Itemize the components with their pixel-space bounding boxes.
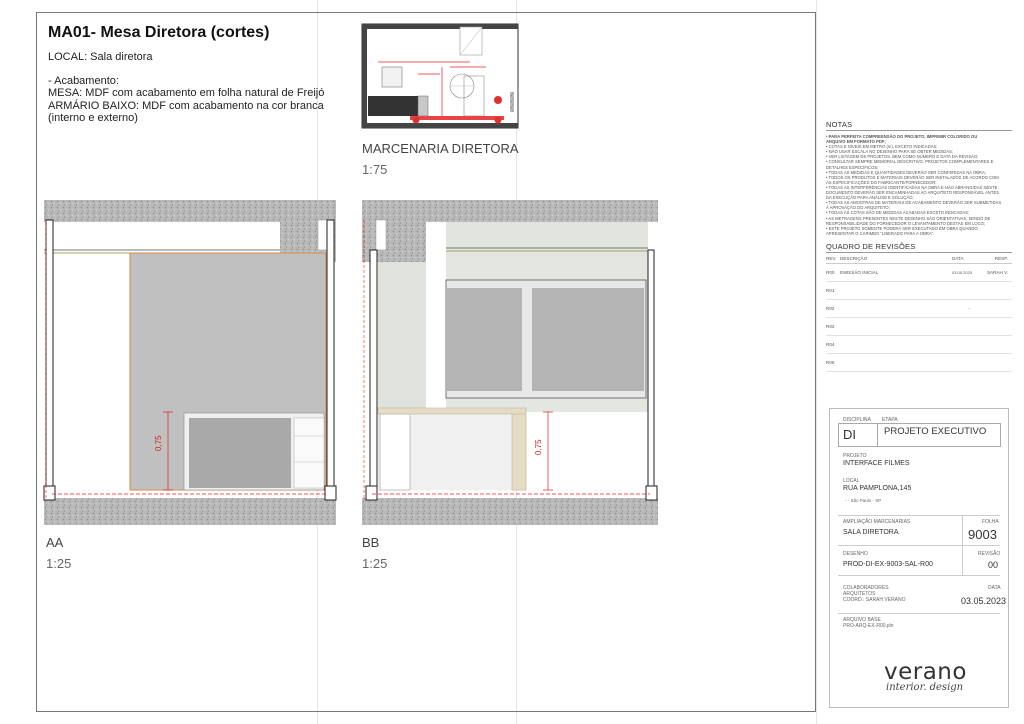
- section-aa-drawing: [43, 200, 337, 525]
- fold-line: [816, 0, 817, 724]
- view-label-bb: BB: [362, 535, 380, 550]
- rev-id: R01: [826, 287, 835, 293]
- rev-col-header: REV.: [826, 255, 837, 261]
- rev-date: 03.05.2023: [952, 269, 973, 275]
- arquivo-value: PRO-ARQ-EX-R00.pln: [843, 623, 894, 629]
- view-scale-aa: 1:25: [46, 556, 72, 571]
- note-line: APRESENTAR O CARIMBO "LIBERADO PARA A OB…: [826, 230, 935, 236]
- local-city: - - São Paulo - SP: [845, 498, 882, 503]
- revision-row: R01: [826, 282, 1012, 300]
- sheet-title: MA01- Mesa Diretora (cortes): [48, 24, 270, 41]
- date-col-header: DATA: [952, 255, 964, 261]
- divider: [838, 575, 1000, 576]
- folha-label: FOLHA: [982, 519, 999, 525]
- revisions-header: REV. DESCRIÇÃO DATA RESP.: [826, 256, 1012, 264]
- projeto-label: PROJETO: [843, 453, 867, 459]
- disciplina-value: DI: [843, 427, 856, 442]
- note-line: • CONSULTAR SEMPRE MEMORIAL DESCRITIVO, …: [826, 159, 994, 165]
- data-label: DATA: [988, 585, 1001, 591]
- divider: [838, 613, 1000, 614]
- folha-value: 9003: [968, 527, 997, 542]
- local-value: RUA PAMPLONA,145: [843, 485, 912, 492]
- logo-subtitle: interior. design: [886, 682, 964, 693]
- local-label: LOCAL: [843, 478, 860, 484]
- projeto-value: INTERFACE FILMES: [843, 460, 910, 467]
- rev-id: R05: [826, 359, 835, 365]
- divider: [838, 515, 1000, 516]
- notes-title: NOTAS: [826, 120, 1012, 131]
- view-label-aa: AA: [46, 535, 64, 550]
- finish-line: MESA: MDF com acabamento em folha natura…: [48, 87, 325, 99]
- rev-id: R02: [826, 305, 835, 311]
- rev-date: -: [968, 305, 970, 311]
- notes-list: • PARA PERFEITA COMPREENSÃO DO PROJETO, …: [826, 134, 1012, 236]
- finish-line: - Acabamento:: [48, 74, 119, 87]
- coord-value: COORD.: SARAH VERANO: [843, 597, 906, 603]
- rev-id: R03: [826, 323, 835, 329]
- revisao-label: REVISÃO: [978, 551, 1001, 557]
- ampliacao-label: AMPLIAÇÃO MARCENARIAS: [843, 519, 911, 525]
- divider: [838, 545, 1000, 546]
- etapa-value: PROJETO EXECUTIVO: [884, 426, 987, 437]
- note-line: • TODAS AS MEDIDAS E QUANTIDADES DEVERÃO…: [826, 169, 987, 175]
- note-line: RESPONSABILIDADE DO FORNECEDOR O LEVANTA…: [826, 220, 986, 226]
- data-value: 03.05.2023: [961, 596, 1007, 606]
- revision-row: R05: [826, 354, 1012, 372]
- desenho-value: PROD-DI-EX-9003-SAL-R00: [843, 561, 933, 568]
- view-scale-bb: 1:25: [362, 556, 388, 571]
- revision-row: R00 EMISSÃO INICIAL 03.05.2023 SARAH V.: [826, 264, 1012, 282]
- rev-desc: EMISSÃO INICIAL: [840, 269, 879, 275]
- rev-id: R00: [826, 269, 835, 275]
- revision-row: R04: [826, 336, 1012, 354]
- revisions-title: QUADRO DE REVISÕES: [826, 242, 1012, 253]
- section-bb-drawing: [362, 200, 658, 525]
- view-label-plan: MARCENARIA DIRETORA: [362, 141, 519, 156]
- revision-row: R03: [826, 318, 1012, 336]
- rev-id: R04: [826, 341, 835, 347]
- revisao-value: 00: [988, 560, 999, 570]
- desenho-label: DESENHO: [843, 551, 868, 557]
- plan-drawing: [361, 23, 519, 129]
- dimension-aa: 0,75: [154, 435, 163, 451]
- ampliacao-value: SALA DIRETORA: [843, 529, 899, 536]
- resp-col-header: RESP.: [994, 255, 1008, 261]
- view-scale-plan: 1:75: [362, 162, 388, 177]
- sheet-info: LOCAL: Sala diretora - Acabamento: MESA:…: [48, 51, 324, 125]
- revision-row: R02 -: [826, 300, 1012, 318]
- desc-col-header: DESCRIÇÃO: [840, 255, 868, 261]
- local-line: LOCAL: Sala diretora: [48, 51, 153, 63]
- dimension-bb: 0,75: [534, 439, 543, 455]
- rev-resp: SARAH V.: [986, 269, 1008, 275]
- note-line: • AS METRAGENS PRESENTES NESTE DESENHO S…: [826, 215, 991, 221]
- finish-line: ARMÁRIO BAIXO: MDF com acabamento na cor…: [48, 99, 324, 112]
- finish-line: (interno e externo): [48, 112, 138, 124]
- notes-panel: NOTAS • PARA PERFEITA COMPREENSÃO DO PRO…: [826, 120, 1012, 372]
- title-block: DISCIPLINA DI ETAPA PROJETO EXECUTIVO PR…: [829, 408, 1009, 708]
